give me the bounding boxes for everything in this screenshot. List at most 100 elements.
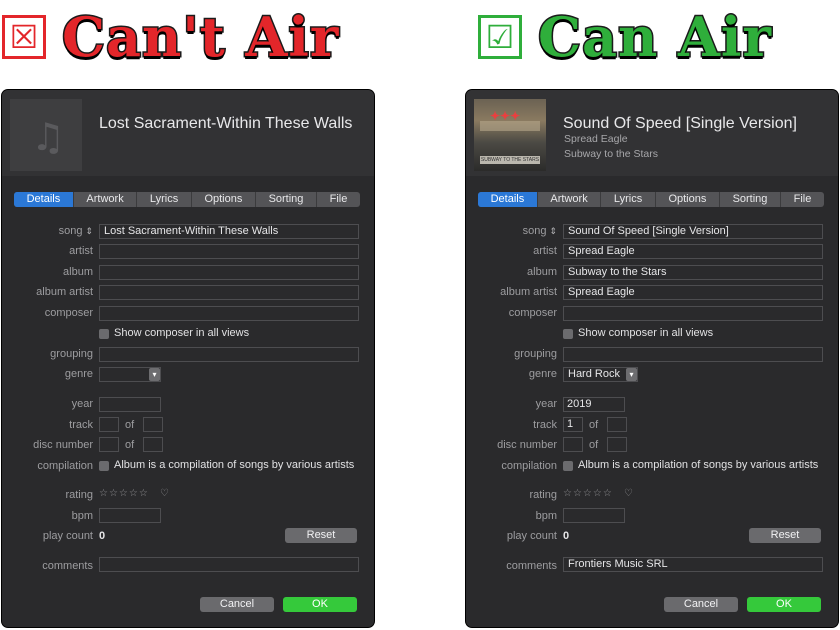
tab-file[interactable]: File bbox=[780, 192, 824, 207]
album-artwork[interactable]: ✦✦✦ SUBWAY TO THE STARS bbox=[474, 99, 546, 171]
composer-field[interactable] bbox=[563, 306, 823, 321]
album-artist-label: album artist bbox=[36, 286, 93, 298]
tab-artwork[interactable]: Artwork bbox=[536, 192, 600, 207]
band-logo: ✦✦✦ bbox=[490, 109, 521, 123]
reset-button[interactable]: Reset bbox=[749, 528, 821, 543]
comments-field[interactable]: Frontiers Music SRL bbox=[563, 557, 823, 572]
heart-icon[interactable]: ♡ bbox=[160, 488, 169, 499]
grouping-label: grouping bbox=[514, 348, 557, 360]
tab-sorting[interactable]: Sorting bbox=[254, 192, 316, 207]
music-note-icon: ♫ bbox=[31, 115, 66, 159]
up-down-icon[interactable]: ⇕ bbox=[549, 226, 557, 236]
tab-details[interactable]: Details bbox=[478, 192, 537, 207]
x-box-icon: ☒ bbox=[2, 15, 46, 59]
tab-artwork[interactable]: Artwork bbox=[72, 192, 136, 207]
disc-number-label: disc number bbox=[497, 439, 557, 451]
bpm-label: bpm bbox=[71, 510, 93, 522]
bpm-label: bpm bbox=[535, 510, 557, 522]
composer-label: composer bbox=[44, 307, 93, 319]
track-total-field[interactable] bbox=[607, 417, 627, 432]
header-artist: Spread Eagle bbox=[564, 133, 628, 145]
show-composer-label: Show composer in all views bbox=[114, 327, 250, 339]
genre-select[interactable]: ▾ bbox=[99, 367, 161, 382]
bpm-field[interactable] bbox=[563, 508, 625, 523]
artwork-caption: SUBWAY TO THE STARS bbox=[480, 156, 540, 164]
tab-file[interactable]: File bbox=[316, 192, 360, 207]
track-total-field[interactable] bbox=[143, 417, 163, 432]
chevron-down-icon: ▾ bbox=[149, 368, 160, 381]
rating-label: rating bbox=[529, 489, 557, 501]
compilation-label: compilation bbox=[37, 460, 93, 472]
album-label: album bbox=[63, 266, 93, 278]
track-label: track bbox=[69, 419, 93, 431]
reset-button[interactable]: Reset bbox=[285, 528, 357, 543]
ok-button[interactable]: OK bbox=[747, 597, 821, 612]
tab-bar: Details Artwork Lyrics Options Sorting F… bbox=[478, 192, 824, 207]
rating-stars[interactable]: ☆☆☆☆☆ bbox=[99, 488, 149, 499]
grouping-field[interactable] bbox=[99, 347, 359, 362]
cant-air-heading: ☒ Can't Air bbox=[2, 2, 340, 72]
composer-field[interactable] bbox=[99, 306, 359, 321]
tab-lyrics[interactable]: Lyrics bbox=[136, 192, 191, 207]
tab-sorting[interactable]: Sorting bbox=[718, 192, 780, 207]
tab-options[interactable]: Options bbox=[654, 192, 719, 207]
header-album: Subway to the Stars bbox=[564, 148, 658, 160]
comments-label: comments bbox=[506, 560, 557, 572]
artist-label: artist bbox=[69, 245, 93, 257]
bpm-field[interactable] bbox=[99, 508, 161, 523]
disc-number-field[interactable] bbox=[563, 437, 583, 452]
track-number-field[interactable]: 1 bbox=[563, 417, 583, 432]
play-count-value: 0 bbox=[563, 530, 570, 542]
can-air-heading: ☑ Can Air bbox=[478, 2, 772, 72]
year-field[interactable]: 2019 bbox=[563, 397, 625, 412]
song-field[interactable]: Lost Sacrament-Within These Walls bbox=[99, 224, 359, 239]
track-label: track bbox=[533, 419, 557, 431]
show-composer-checkbox[interactable] bbox=[99, 329, 109, 339]
artist-field[interactable] bbox=[99, 244, 359, 259]
compilation-checkbox[interactable] bbox=[99, 461, 109, 471]
compilation-checkbox[interactable] bbox=[563, 461, 573, 471]
song-field[interactable]: Sound Of Speed [Single Version] bbox=[563, 224, 823, 239]
tab-bar: Details Artwork Lyrics Options Sorting F… bbox=[14, 192, 360, 207]
up-down-icon[interactable]: ⇕ bbox=[85, 226, 93, 236]
album-field[interactable] bbox=[99, 265, 359, 280]
disc-total-field[interactable] bbox=[143, 437, 163, 452]
tab-lyrics[interactable]: Lyrics bbox=[600, 192, 655, 207]
disc-total-field[interactable] bbox=[607, 437, 627, 452]
ok-button[interactable]: OK bbox=[283, 597, 357, 612]
genre-label: genre bbox=[528, 368, 557, 380]
rating-stars[interactable]: ☆☆☆☆☆ bbox=[563, 488, 613, 499]
dialog-header: ✦✦✦ SUBWAY TO THE STARS Sound Of Speed [… bbox=[466, 90, 838, 176]
genre-label: genre bbox=[64, 368, 93, 380]
disc-number-field[interactable] bbox=[99, 437, 119, 452]
composer-label: composer bbox=[508, 307, 557, 319]
check-box-icon: ☑ bbox=[478, 15, 522, 59]
track-of-label: of bbox=[589, 419, 599, 431]
show-composer-checkbox[interactable] bbox=[563, 329, 573, 339]
show-composer-label: Show composer in all views bbox=[578, 327, 714, 339]
genre-select[interactable]: Hard Rock ▾ bbox=[563, 367, 638, 382]
grouping-field[interactable] bbox=[563, 347, 823, 362]
can-air-title: Can Air bbox=[537, 5, 773, 69]
heart-icon[interactable]: ♡ bbox=[624, 488, 633, 499]
artwork-placeholder[interactable]: ♫ bbox=[10, 99, 82, 171]
artist-field[interactable]: Spread Eagle bbox=[563, 244, 823, 259]
tab-details[interactable]: Details bbox=[14, 192, 73, 207]
play-count-value: 0 bbox=[99, 530, 106, 542]
track-number-field[interactable] bbox=[99, 417, 119, 432]
cant-air-title: Can't Air bbox=[60, 5, 340, 69]
info-dialog-right: ✦✦✦ SUBWAY TO THE STARS Sound Of Speed [… bbox=[466, 90, 838, 627]
cancel-button[interactable]: Cancel bbox=[200, 597, 274, 612]
cancel-button[interactable]: Cancel bbox=[664, 597, 738, 612]
chevron-down-icon: ▾ bbox=[626, 368, 637, 381]
year-field[interactable] bbox=[99, 397, 161, 412]
song-title: Lost Sacrament-Within These Walls bbox=[99, 115, 353, 132]
dialog-header: ♫ Lost Sacrament-Within These Walls bbox=[2, 90, 374, 176]
album-artist-field[interactable] bbox=[99, 285, 359, 300]
album-artist-field[interactable]: Spread Eagle bbox=[563, 285, 823, 300]
tab-options[interactable]: Options bbox=[190, 192, 255, 207]
album-field[interactable]: Subway to the Stars bbox=[563, 265, 823, 280]
compilation-text: Album is a compilation of songs by vario… bbox=[578, 459, 819, 471]
comments-field[interactable] bbox=[99, 557, 359, 572]
track-of-label: of bbox=[125, 419, 135, 431]
